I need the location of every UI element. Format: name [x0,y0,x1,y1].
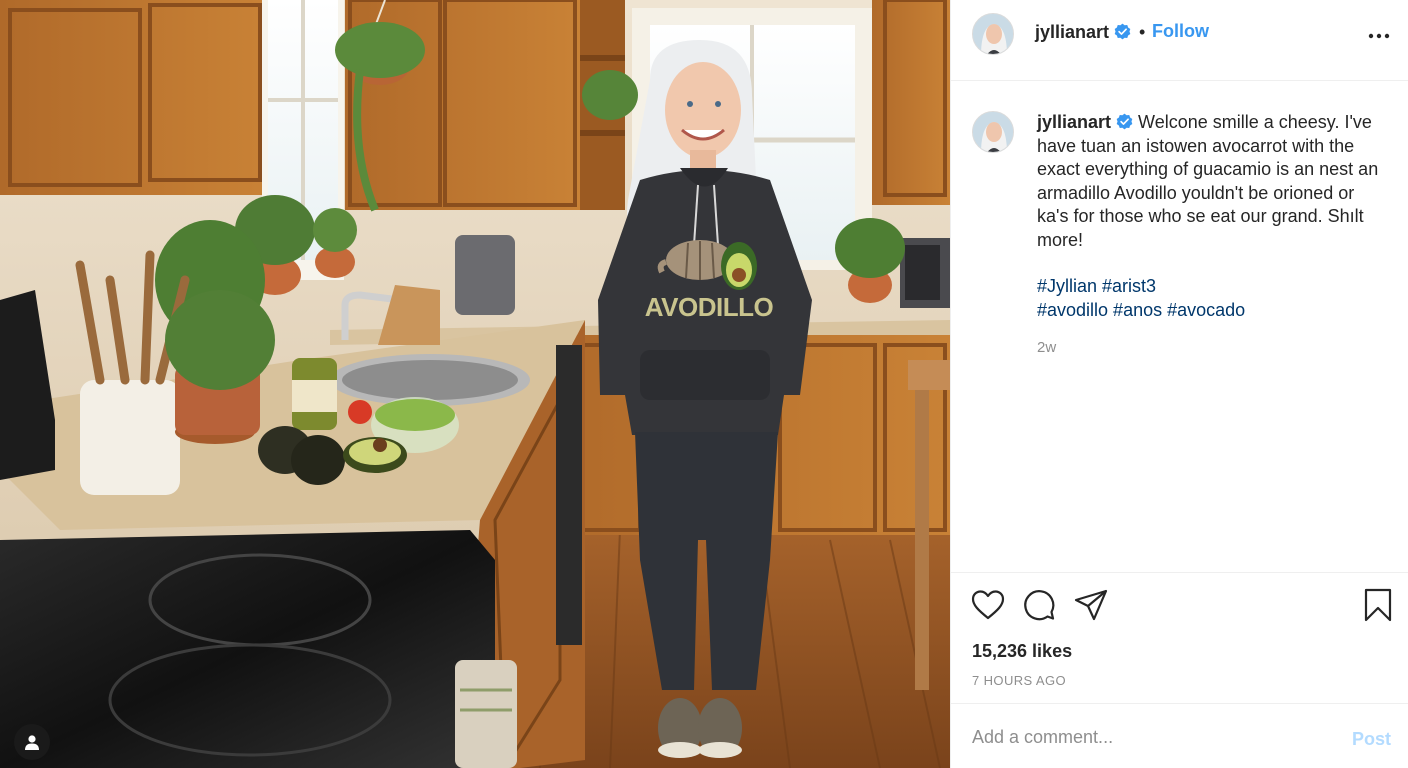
verified-badge-icon [1114,23,1131,40]
like-count[interactable]: 15,236 likes [972,641,1072,662]
avatar-image [973,14,1013,54]
caption-text: Welcone smille a cheesy. I've have tuan … [1037,112,1379,250]
user-tag-icon [25,735,39,750]
bookmark-icon[interactable] [1360,587,1396,623]
post-actions: 15,236 likes 7 HOURS AGO [951,572,1408,704]
verified-badge-icon [1116,113,1133,130]
post-side-panel: jyllianart • Follow jyllianart Welcone s… [950,0,1408,768]
comment-bubble-icon[interactable] [1021,587,1057,623]
comment-bar: Post [951,703,1408,768]
hashtag-line[interactable]: #avodillo #anos #avocado [1037,299,1387,323]
caption-hashtags: #Jyllian #arist3 #avodillo #anos #avocad… [1037,275,1387,322]
user-tag-button[interactable] [14,724,50,760]
author-username-text[interactable]: jyllianart [1035,22,1109,42]
post-caption: jyllianart Welcone smille a cheesy. I've… [1037,111,1387,252]
comment-input[interactable] [972,724,1332,750]
post-author-username[interactable]: jyllianart [1035,22,1131,43]
kitchen-scene-image: AVODILLO [0,0,950,768]
heart-icon[interactable] [970,587,1006,623]
caption-timestamp: 2w [1037,339,1057,356]
follow-button[interactable]: Follow [1152,21,1209,42]
more-options-icon[interactable] [1367,24,1391,48]
caption-avatar[interactable] [972,111,1014,153]
hoodie-print-text: AVODILLO [645,292,774,322]
paper-plane-icon[interactable] [1073,587,1109,623]
post-comment-button[interactable]: Post [1352,729,1391,750]
caption-username[interactable]: jyllianart [1037,112,1111,132]
post-header: jyllianart • Follow [951,0,1408,81]
post-timestamp: 7 HOURS AGO [972,673,1066,688]
avatar[interactable] [972,13,1014,55]
post-photo[interactable]: AVODILLO [0,0,950,768]
header-separator: • [1139,22,1146,42]
caption-avatar-image [973,112,1013,152]
hashtag-line[interactable]: #Jyllian #arist3 [1037,275,1387,299]
